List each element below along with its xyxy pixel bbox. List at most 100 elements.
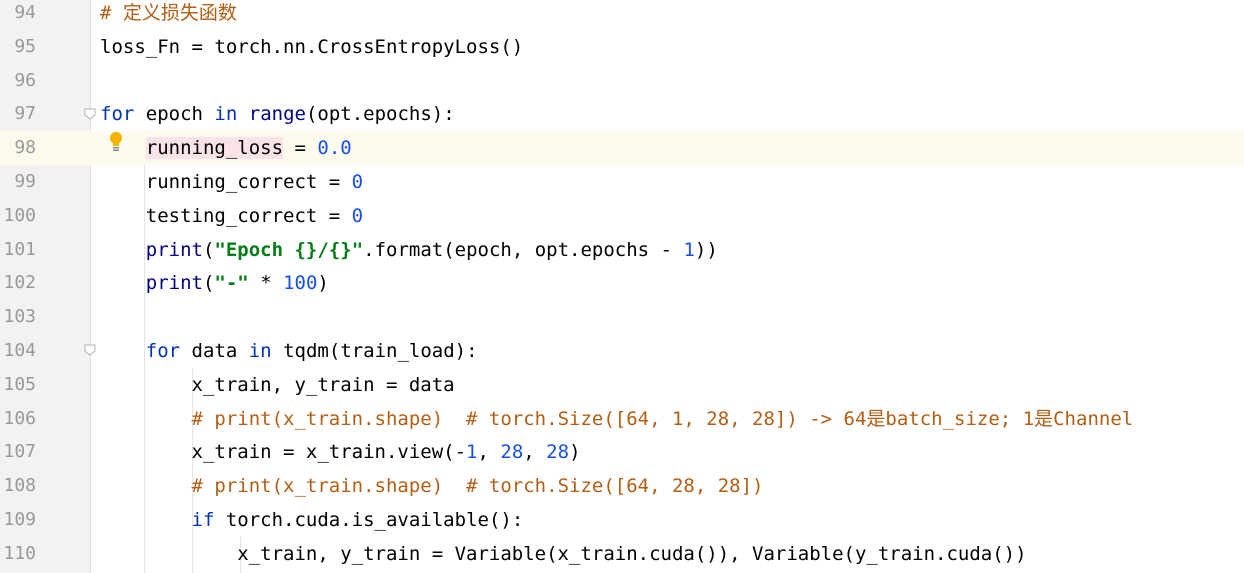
- code-token: in: [248, 340, 272, 362]
- line-number: 106: [3, 407, 36, 429]
- code-token: (: [202, 272, 215, 295]
- code-token: epoch: [134, 103, 215, 126]
- code-line[interactable]: 106 # print(x_train.shape) # torch.Size(…: [0, 402, 1244, 436]
- code-token: print: [145, 272, 203, 295]
- code-line[interactable]: 103: [0, 300, 1244, 334]
- code-line[interactable]: 96: [0, 64, 1244, 98]
- code-token: 100: [283, 272, 318, 295]
- code-token: 0: [351, 204, 364, 227]
- code-text: print("Epoch {}/{}".format(epoch, opt.ep…: [100, 233, 718, 267]
- code-token: in: [214, 103, 238, 126]
- code-token: ,: [477, 441, 501, 464]
- code-token: 0.0: [317, 137, 352, 160]
- code-token: 28: [500, 441, 524, 464]
- code-line[interactable]: 99 running_correct = 0: [0, 165, 1244, 199]
- code-text: # print(x_train.shape) # torch.Size([64,…: [100, 469, 764, 503]
- code-token: if: [191, 509, 215, 531]
- code-token: running_correct =: [100, 171, 352, 193]
- code-line[interactable]: 100 testing_correct = 0: [0, 199, 1244, 233]
- code-token: *: [248, 272, 284, 295]
- line-number: 100: [3, 204, 36, 226]
- code-token: (: [202, 238, 215, 261]
- code-token: # print(x_train.shape) # torch.Size([64,…: [191, 475, 764, 498]
- code-token: torch.cuda.is_available():: [214, 509, 524, 531]
- line-number: 104: [3, 340, 36, 361]
- line-number: 97: [14, 103, 36, 125]
- code-token: # 定义损失函数: [100, 2, 237, 24]
- code-text: print("-" * 100): [100, 266, 329, 300]
- code-text: running_loss = 0.0: [100, 131, 352, 165]
- code-line[interactable]: 97 for epoch in range(opt.epochs):: [0, 97, 1244, 131]
- code-line[interactable]: 101 print("Epoch {}/{}".format(epoch, op…: [0, 233, 1244, 267]
- code-text: for epoch in range(opt.epochs):: [100, 97, 455, 131]
- code-token: ,: [523, 441, 547, 464]
- code-token: "-": [214, 272, 249, 295]
- code-text: x_train = x_train.view(-1, 28, 28): [100, 435, 581, 469]
- code-text: if torch.cuda.is_available():: [100, 503, 524, 537]
- code-token: .format(epoch, opt.epochs -: [363, 238, 684, 261]
- code-text: for data in tqdm(train_load):: [100, 334, 478, 368]
- line-number: 96: [14, 69, 36, 91]
- code-token: (opt.epochs):: [305, 103, 455, 126]
- code-token: )): [694, 238, 718, 261]
- code-token: tqdm(train_load):: [271, 340, 478, 362]
- line-number: 98: [0, 131, 36, 166]
- code-token: print: [145, 238, 203, 261]
- lightbulb-icon[interactable]: [108, 131, 124, 153]
- code-token: 0: [351, 171, 364, 193]
- code-token: 1: [683, 238, 695, 261]
- line-number: 108: [3, 475, 36, 497]
- code-text: # 定义损失函数: [100, 0, 237, 30]
- code-token: x_train = x_train.view(-: [100, 441, 467, 464]
- code-line[interactable]: 94 # 定义损失函数: [0, 0, 1244, 30]
- code-token: for: [145, 340, 181, 362]
- code-editor[interactable]: 94 # 定义损失函数 95 loss_Fn = torch.nn.CrossEntr…: [0, 0, 1244, 573]
- code-token: for: [100, 103, 135, 126]
- code-text: running_correct = 0: [100, 165, 363, 199]
- code-token: loss_Fn = torch.nn.CrossEntropyLoss(): [100, 35, 524, 58]
- code-line[interactable]: 98 running_loss = 0.0: [0, 131, 1244, 166]
- code-token: =: [283, 137, 318, 160]
- code-token: 28: [546, 441, 570, 464]
- code-token: data: [180, 340, 249, 362]
- code-text: x_train, y_train = Variable(x_train.cuda…: [100, 537, 1027, 571]
- line-number: 107: [3, 441, 36, 463]
- code-token: 1: [466, 441, 478, 464]
- code-line[interactable]: 105 x_train, y_train = data: [0, 368, 1244, 402]
- code-line[interactable]: 104 for data in tqdm(train_load):: [0, 334, 1244, 368]
- code-token: x_train, y_train = data: [100, 373, 455, 396]
- code-token: range: [248, 103, 306, 126]
- code-token: x_train, y_train = Variable(x_train.cuda…: [100, 542, 1027, 565]
- code-text: x_train, y_train = data: [100, 368, 455, 402]
- code-token: ): [317, 272, 329, 295]
- code-line[interactable]: 108 # print(x_train.shape) # torch.Size(…: [0, 469, 1244, 503]
- line-number: 99: [14, 171, 36, 192]
- line-number: 109: [3, 509, 36, 530]
- line-number: 94: [14, 2, 36, 23]
- code-text: testing_correct = 0: [100, 199, 363, 233]
- line-number: 103: [3, 306, 36, 328]
- line-number: 101: [3, 238, 36, 260]
- code-token: # print(x_train.shape) # torch.Size([64,…: [191, 407, 1134, 430]
- code-token: testing_correct =: [100, 204, 352, 227]
- line-number: 110: [3, 542, 36, 564]
- line-number: 105: [3, 373, 36, 395]
- code-line[interactable]: 102 print("-" * 100): [0, 266, 1244, 300]
- code-token: "Epoch {}/{}": [214, 238, 364, 261]
- code-line[interactable]: 107 x_train = x_train.view(-1, 28, 28): [0, 435, 1244, 469]
- code-line[interactable]: 110 x_train, y_train = Variable(x_train.…: [0, 537, 1244, 571]
- fold-marker-icon[interactable]: [84, 344, 96, 356]
- code-token: running_loss: [145, 137, 284, 160]
- code-line[interactable]: 95 loss_Fn = torch.nn.CrossEntropyLoss(): [0, 30, 1244, 64]
- code-line[interactable]: 109 if torch.cuda.is_available():: [0, 503, 1244, 537]
- code-text: # print(x_train.shape) # torch.Size([64,…: [100, 402, 1134, 436]
- fold-marker-icon[interactable]: [84, 108, 96, 120]
- code-token: ): [569, 441, 581, 464]
- line-number: 95: [14, 35, 36, 57]
